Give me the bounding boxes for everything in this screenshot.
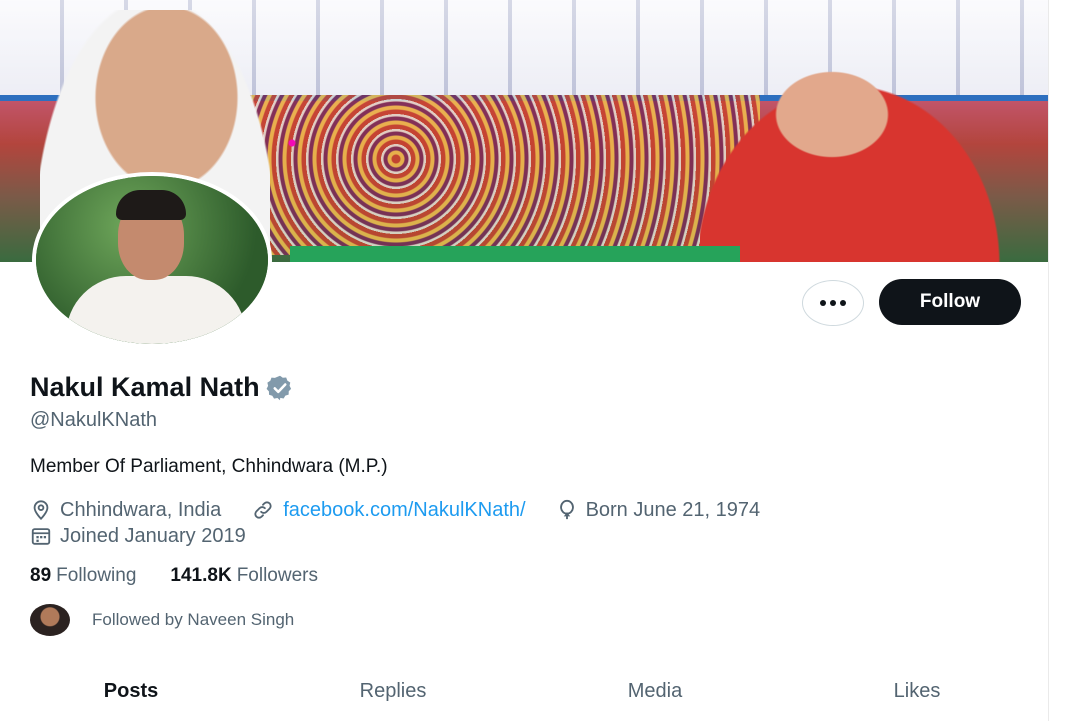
followers-count: 141.8K <box>170 565 232 586</box>
tab-media[interactable]: Media <box>524 662 786 721</box>
balloon-icon <box>559 499 574 520</box>
tab-replies[interactable]: Replies <box>262 662 524 721</box>
banner-person-right <box>700 50 1030 262</box>
birthday-text: Born June 21, 1974 <box>585 498 761 521</box>
following-count: 89 <box>30 565 52 586</box>
calendar-icon <box>31 528 51 545</box>
follow-button[interactable]: Follow <box>879 279 1021 325</box>
followers-link[interactable]: 141.8K Followers <box>170 565 318 587</box>
link-icon <box>254 501 272 519</box>
website-link[interactable]: facebook.com/NakulKNath/ <box>283 499 525 522</box>
profile-page: Follow Nakul Kamal Nath @NakulKNath Memb… <box>0 0 1049 721</box>
banner-stage-edge <box>290 246 740 262</box>
profile-handle: @NakulKNath <box>30 409 158 431</box>
profile-stats: 89 Following 141.8K Followers <box>30 565 352 587</box>
location-pin-icon <box>33 500 49 521</box>
profile-bio: Member Of Parliament, Chhindwara (M.P.) <box>30 456 388 477</box>
banner-crowd <box>240 95 760 255</box>
verified-badge-icon[interactable] <box>266 374 294 402</box>
followed-by-row[interactable]: Followed by Naveen Singh <box>30 604 294 636</box>
joined-item: Joined January 2019 <box>30 525 246 548</box>
website-item[interactable]: facebook.com/NakulKNath/ <box>251 499 526 522</box>
profile-avatar[interactable] <box>32 172 272 348</box>
profile-name-row: Nakul Kamal Nath <box>30 372 294 403</box>
location-item: Chhindwara, India <box>30 499 221 522</box>
location-text: Chhindwara, India <box>60 498 222 521</box>
tab-likes[interactable]: Likes <box>786 662 1048 721</box>
tab-posts[interactable]: Posts <box>0 662 262 721</box>
birthday-item: Born June 21, 1974 <box>556 498 761 522</box>
profile-tabs: Posts Replies Media Likes <box>0 662 1048 721</box>
following-label: Following <box>56 565 137 586</box>
profile-meta: Chhindwara, India facebook.com/NakulKNat… <box>30 497 790 549</box>
profile-name: Nakul Kamal Nath <box>30 372 260 402</box>
more-options-button[interactable] <box>802 280 864 326</box>
joined-text: Joined January 2019 <box>60 524 246 547</box>
more-dots-icon <box>820 300 846 306</box>
follower-avatar[interactable] <box>30 604 70 636</box>
followed-by-text: Followed by Naveen Singh <box>92 610 295 629</box>
followers-label: Followers <box>236 565 318 586</box>
following-link[interactable]: 89 Following <box>30 565 136 587</box>
